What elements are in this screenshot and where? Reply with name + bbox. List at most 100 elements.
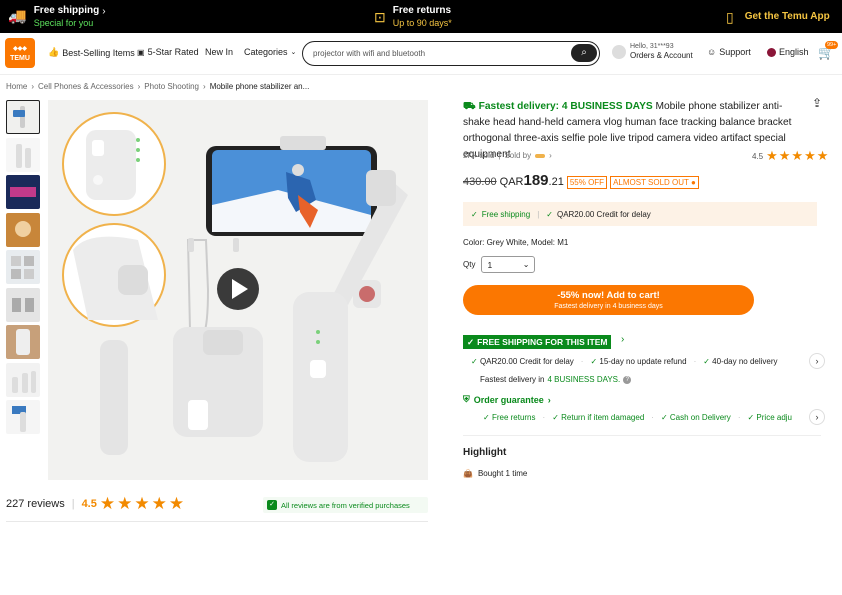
breadcrumb: Home › Cell Phones & Accessories › Photo S… (6, 82, 309, 91)
share-button[interactable]: ⇪ (812, 96, 822, 110)
return-box-icon: ⊡ (374, 8, 386, 25)
rating-stars-icon: ★★★★★ (99, 494, 187, 513)
chevron-right-icon: › (102, 6, 106, 17)
add-to-cart-sub: Fastest delivery in 4 business days (554, 303, 663, 310)
nav-categories[interactable]: Categories ⌄ (244, 47, 296, 57)
quantity-select[interactable]: 1 ⌄ (481, 256, 536, 273)
gimbal-phone-thumb-image (12, 406, 26, 432)
highlight-heading: Highlight (463, 447, 507, 458)
nav-best-selling[interactable]: 👍 Best-Selling Items (48, 47, 135, 58)
guarantee-label: Cash on Delivery (669, 413, 731, 422)
thumbnail-5[interactable] (6, 250, 40, 284)
qty-label: Qty (463, 260, 476, 269)
help-icon[interactable]: ? (623, 375, 632, 384)
fastest-delivery-label: ⛟ Fastest delivery: 4 BUSINESS DAYS (463, 101, 653, 112)
main-product-image[interactable] (48, 100, 428, 480)
guarantee-item: ✓ Free returns (483, 413, 536, 422)
thumbnail-9[interactable] (6, 400, 40, 434)
price-row: 430.00 QAR 189 .21 55% OFF ALMOST SOLD O… (463, 172, 699, 189)
chevron-right-icon: › (137, 82, 141, 91)
get-app-promo[interactable]: ▯ Get the Temu App (726, 0, 830, 33)
discount-badge: 55% OFF (566, 176, 608, 189)
site-header: ◆◆◆ TEMU 👍 Best-Selling Items ▣ 5-Star Rat… (0, 33, 842, 75)
search-bar: ⌕ (302, 41, 600, 66)
verified-reviews-badge: ✓ All reviews are from verified purchase… (263, 497, 428, 513)
gimbal-product-illustration (48, 100, 428, 480)
account-label: Orders & Account (630, 51, 693, 60)
free-shipping-promo[interactable]: 🚚 Free shipping Special for you › (8, 0, 106, 33)
nav-label: New In (205, 47, 234, 57)
gimbal-set-thumb-image (12, 370, 36, 393)
guarantee-item: ✓ Return if item damaged (552, 413, 645, 422)
language-selector[interactable]: English (767, 47, 809, 57)
divider: | (498, 151, 501, 160)
product-rating[interactable]: 4.5 ★★★★★ (752, 148, 829, 164)
seller-logo-icon[interactable] (535, 153, 546, 158)
search-input[interactable] (313, 46, 563, 60)
account-hello: Hello, 31***93 (630, 43, 674, 50)
nav-five-star[interactable]: ▣ 5-Star Rated (137, 47, 199, 57)
support-link[interactable]: ☺ Support (707, 47, 751, 57)
order-guarantee-link[interactable]: ⛨ Order guarantee › (463, 394, 551, 405)
divider: | (71, 498, 75, 510)
bought-info: 👜 Bought 1 time (463, 469, 527, 478)
price-decimal: .21 (548, 176, 564, 188)
fastest-delivery-text: Fastest delivery: 4 BUSINESS DAYS (478, 101, 653, 112)
cart-button[interactable]: 🛒 99+ (818, 41, 839, 61)
guarantee-item: ✓ Price adju (747, 413, 792, 422)
chevron-down-icon: ⌄ (290, 49, 297, 56)
almost-sold-out-badge[interactable]: ALMOST SOLD OUT ● (610, 176, 699, 189)
guarantees-next-button[interactable]: › (809, 409, 825, 425)
account-menu[interactable]: Hello, 31***93 Orders & Account (612, 43, 693, 60)
thumbnail-8[interactable] (6, 362, 40, 397)
thumbnail-7[interactable] (6, 325, 40, 359)
divider: · (693, 357, 697, 366)
gimbal-thumb-image (13, 106, 25, 128)
credit-delay-text: QAR20.00 Credit for delay (556, 209, 651, 219)
breadcrumb-item[interactable]: Cell Phones & Accessories (38, 82, 134, 91)
search-button[interactable]: ⌕ (571, 44, 597, 62)
reviews-summary[interactable]: 227 reviews | 4.5 ★★★★★ (6, 494, 186, 514)
logo-text: TEMU (10, 55, 30, 62)
support-label: Support (719, 47, 751, 57)
thumbnail-3[interactable] (6, 175, 40, 209)
review-rating: 4.5 (81, 498, 97, 510)
breadcrumb-item[interactable]: Home (6, 82, 27, 91)
variant-label: Color: Grey White, Model: M1 (463, 238, 569, 247)
thumbnail-4[interactable] (6, 212, 40, 247)
divider (463, 435, 821, 436)
sold-info: 2K+ sold | Sold by › (463, 151, 552, 160)
temu-logo[interactable]: ◆◆◆ TEMU (5, 38, 35, 68)
phone-icon: ▯ (726, 8, 734, 25)
thumbnail-1[interactable] (6, 100, 40, 134)
chevron-down-icon: ⌄ (522, 260, 530, 269)
almost-sold-out-text: ALMOST SOLD OUT (613, 178, 689, 187)
divider: · (737, 413, 741, 422)
free-shipping-item-text: FREE SHIPPING FOR THIS ITEM (477, 337, 608, 347)
perk-label: 15-day no update refund (599, 357, 687, 366)
divider: | (537, 209, 540, 219)
guarantee-label: Price adju (756, 413, 792, 422)
features-thumb-image (11, 256, 34, 279)
nav-label: 5-Star Rated (147, 47, 199, 57)
promo-thumb-image (10, 187, 36, 197)
perk-item: ✓ QAR20.00 Credit for delay (471, 357, 574, 366)
perks-row: ✓ QAR20.00 Credit for delay · ✓ 15-day n… (471, 357, 778, 366)
chevron-right-icon: › (203, 82, 206, 91)
thumbnail-2[interactable] (6, 137, 40, 172)
free-returns-promo[interactable]: ⊡ Free returns Up to 90 days* (374, 0, 452, 33)
nav-label: Best-Selling Items (62, 47, 135, 58)
free-shipping-item-badge[interactable]: ✓ FREE SHIPPING FOR THIS ITEM (463, 335, 612, 349)
selfie-thumb-image (15, 220, 31, 237)
thumbnail-6[interactable] (6, 287, 40, 322)
perks-next-button[interactable]: › (809, 353, 825, 369)
order-guarantee-text: Order guarantee (473, 394, 544, 405)
breadcrumb-item[interactable]: Photo Shooting (144, 82, 199, 91)
divider: · (580, 357, 584, 366)
nav-new-in[interactable]: New In (205, 47, 233, 57)
chevron-right-icon: › (31, 82, 35, 91)
divider: · (651, 413, 654, 422)
truck-icon: 🚚 (8, 8, 27, 25)
perk-item: ✓ 40-day no delivery (703, 357, 778, 366)
add-to-cart-button[interactable]: -55% now! Add to cart! Fastest delivery … (463, 285, 754, 315)
